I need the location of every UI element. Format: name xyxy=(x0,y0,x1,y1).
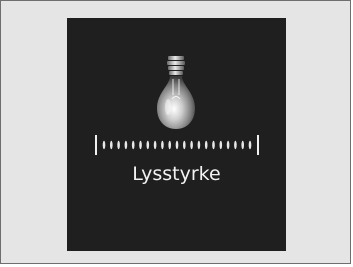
slider-step xyxy=(117,140,120,150)
slider-step xyxy=(168,140,171,150)
slider-step xyxy=(146,140,150,150)
slider-step xyxy=(204,140,208,150)
brightness-panel: Lysstyrke xyxy=(67,18,286,251)
slider-step xyxy=(248,140,252,150)
slider-step xyxy=(175,140,179,150)
slider-step xyxy=(110,140,113,150)
slider-end-left xyxy=(95,135,97,155)
slider-step xyxy=(241,140,244,150)
slider-step xyxy=(131,140,135,150)
slider-step xyxy=(226,140,230,150)
screen-frame: Lysstyrke xyxy=(0,0,351,264)
light-bulb-icon xyxy=(157,56,195,129)
slider-step xyxy=(139,140,142,150)
slider-step xyxy=(161,140,164,150)
brightness-label: Lysstyrke xyxy=(132,163,221,185)
slider-step xyxy=(153,140,157,150)
slider-step xyxy=(197,140,201,150)
slider-step xyxy=(102,140,106,150)
slider-step xyxy=(212,140,215,150)
brightness-slider[interactable] xyxy=(95,134,259,156)
slider-step xyxy=(190,140,193,150)
slider-step xyxy=(219,140,223,150)
slider-end-right xyxy=(257,135,259,155)
slider-step xyxy=(183,140,186,150)
slider-step xyxy=(234,140,237,150)
slider-step xyxy=(124,140,128,150)
